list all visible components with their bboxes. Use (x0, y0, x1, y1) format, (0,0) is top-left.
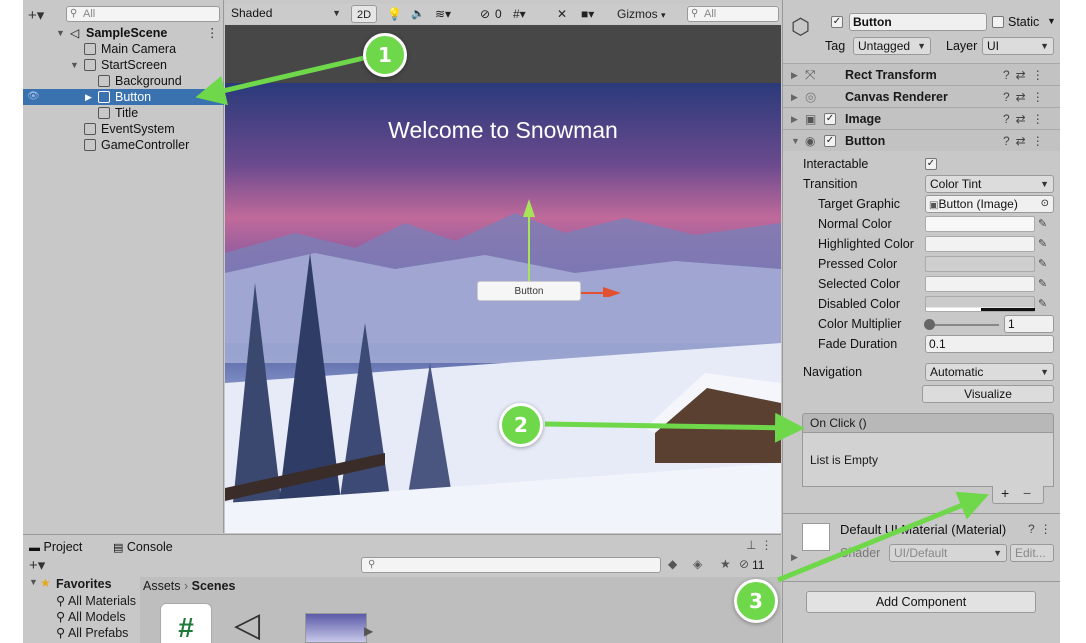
callout-1-arrow (195, 55, 365, 106)
callout-2-arrow (544, 412, 805, 443)
callout-badge-3: 3 (734, 579, 778, 623)
callout-badge-2: 2 (499, 403, 543, 447)
annotation-arrows (195, 55, 989, 583)
callout-badge-1: 1 (363, 33, 407, 77)
callout-3-arrow (777, 491, 989, 583)
